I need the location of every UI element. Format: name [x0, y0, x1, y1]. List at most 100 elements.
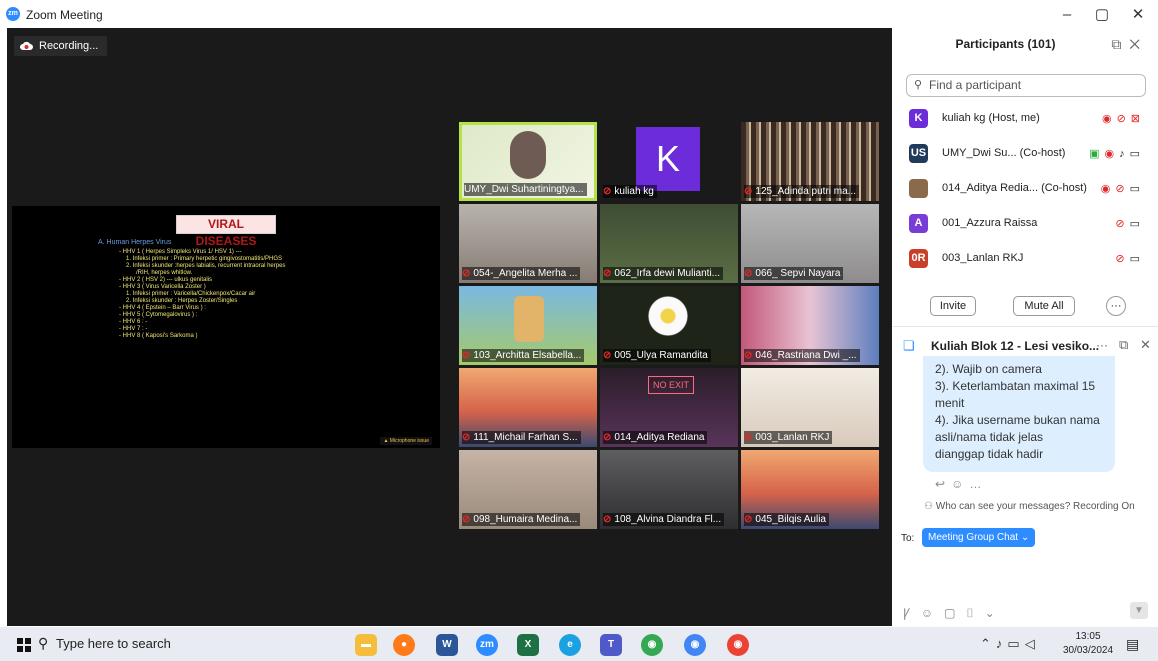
mic-muted-icon: ⊘ — [1115, 253, 1130, 265]
popout-chat-icon[interactable]: ⧉ — [1119, 337, 1128, 353]
recording-indicator[interactable]: Recording... — [14, 36, 108, 56]
mic-icon[interactable]: ♪ — [996, 636, 1008, 651]
slide-heading: A. Human Herpes Virus — [98, 239, 172, 246]
notification-icon[interactable]: ▤ — [1126, 636, 1139, 653]
slide-line: - HHV 1 ( Herpes Simpleks Virus 1/ HSV 1… — [119, 249, 242, 255]
clock[interactable]: 13:05 30/03/2024 — [1062, 630, 1114, 658]
chat-more-button[interactable]: ··· — [1096, 338, 1108, 352]
recording-icon: ◉ — [1100, 183, 1116, 195]
video-tile[interactable]: ⊘ 046_Rastriana Dwi _... — [741, 286, 879, 365]
slide-line: - HHV 4 ( Epstein – Barr Virus ) : — [119, 305, 206, 311]
video-tile[interactable]: ⊘ 103_Architta Elsabella... — [459, 286, 597, 365]
video-tile[interactable]: ⊘ 062_Irfa dewi Mulianti... — [600, 204, 738, 283]
emoji-icon[interactable]: ☺ — [921, 606, 944, 620]
volume-icon[interactable]: ◁ — [1025, 636, 1040, 651]
video-tile[interactable]: ⊘ 108_Alvina Diandra Fl... — [600, 450, 738, 529]
tile-name: ⊘ 103_Architta Elsabella... — [462, 349, 585, 362]
tile-name: ⊘ 062_Irfa dewi Mulianti... — [603, 267, 724, 280]
edge-icon[interactable]: e — [559, 634, 581, 656]
zoom-logo-icon: zm — [6, 7, 20, 21]
close-chat-icon[interactable]: ✕ — [1140, 337, 1151, 353]
participant-row[interactable]: A 001_Azzura Raissa ⊘▭ — [909, 212, 1149, 236]
participant-status-icons: ⊘▭ — [1115, 217, 1145, 230]
mic-icon: ♪ — [1119, 148, 1130, 160]
panel-header-icons: ⧉✕ — [1111, 36, 1148, 53]
video-tile[interactable]: ⊘ 066_ Sepvi Nayara — [741, 204, 879, 283]
more-icon[interactable]: … — [969, 477, 987, 491]
message-line: 4). Jika username bukan nama — [935, 413, 1100, 427]
video-tile[interactable]: ⊘ 003_Lanlan RKJ — [741, 368, 879, 447]
chat-title: Kuliah Blok 12 - Lesi vesiko... — [931, 339, 1100, 353]
teams-icon[interactable]: T — [600, 634, 622, 656]
message-line: asli/nama tidak jelas — [935, 430, 1044, 444]
video-icon: ▭ — [1129, 183, 1145, 195]
system-tray: ⌃♪▭◁ — [980, 636, 1040, 652]
windows-start-icon[interactable] — [17, 638, 31, 652]
tile-name: ⊘ 111_Michail Farhan S... — [462, 431, 581, 444]
participant-name: 014_Aditya Redia... (Co-host) — [942, 182, 1087, 194]
video-tile[interactable]: ⊘ 098_Humaira Medina... — [459, 450, 597, 529]
video-tile[interactable]: ⊘ 125_Adinda putri ma... — [741, 122, 879, 201]
video-tile[interactable]: K ⊘ kuliah kg — [600, 122, 738, 201]
video-icon: ▭ — [1129, 148, 1145, 160]
chrome-profile-icon[interactable]: ◉ — [727, 634, 749, 656]
participant-row[interactable]: 0R 003_Lanlan RKJ ⊘▭ — [909, 247, 1149, 271]
network-icon[interactable]: ▭ — [1007, 636, 1024, 651]
chrome-icon[interactable]: ◉ — [641, 634, 663, 656]
microphone-issue-note: ▲ Microphone issue — [380, 437, 432, 445]
screenshot-icon[interactable]: ⌷ — [966, 606, 984, 620]
emoji-react-icon[interactable]: ☺ — [951, 477, 969, 491]
recipient-dropdown[interactable]: Meeting Group Chat ⌄ — [922, 528, 1036, 547]
minimize-button[interactable]: – — [1050, 4, 1084, 26]
video-tile[interactable]: ⊘ 045_Bilqis Aulia — [741, 450, 879, 529]
participant-search-input[interactable]: ⚲ Find a participant — [906, 74, 1146, 97]
file-explorer-icon[interactable]: ▬ — [355, 634, 377, 656]
maximize-button[interactable]: ▢ — [1085, 4, 1119, 26]
chevron-up-icon[interactable]: ⌃ — [980, 636, 996, 651]
neon-sign: NO EXIT — [648, 376, 694, 394]
search-icon: ⚲ — [914, 79, 923, 91]
word-icon[interactable]: W — [436, 634, 458, 656]
close-panel-icon[interactable]: ✕ — [1129, 36, 1148, 52]
mic-muted-icon: ⊘ — [1115, 218, 1130, 230]
video-icon: ▭ — [1129, 218, 1145, 230]
video-tile[interactable]: NO EXIT ⊘ 014_Aditya Rediana — [600, 368, 738, 447]
send-button[interactable]: ▼ — [1130, 602, 1148, 619]
tile-name: ⊘ kuliah kg — [603, 185, 657, 198]
chrome-profile-icon[interactable]: ◉ — [684, 634, 706, 656]
title-bar: zm Zoom Meeting – ▢ ✕ — [0, 0, 1158, 28]
participant-row[interactable]: US UMY_Dwi Su... (Co-host) ▣◉♪▭ — [909, 142, 1149, 166]
participant-status-icons: ◉⊘⊠ — [1102, 112, 1145, 125]
tile-name: ⊘ 003_Lanlan RKJ — [744, 431, 833, 444]
video-tile[interactable]: ⊘ 111_Michail Farhan S... — [459, 368, 597, 447]
slide-line: - HHV 5 ( Cytomegalovirus ) : — [119, 312, 198, 318]
chat-icon: ❏ — [903, 338, 915, 353]
excel-icon[interactable]: X — [517, 634, 539, 656]
participant-video — [510, 131, 546, 179]
reply-icon[interactable]: ↩ — [935, 477, 951, 491]
firefox-icon[interactable]: ● — [393, 634, 415, 656]
participant-row[interactable]: K kuliah kg (Host, me) ◉⊘⊠ — [909, 107, 1149, 131]
invite-button[interactable]: Invite — [930, 296, 976, 316]
popout-icon[interactable]: ⧉ — [1111, 36, 1129, 52]
taskbar-search[interactable]: Type here to search — [56, 636, 171, 651]
more-options-button[interactable]: ··· — [1106, 296, 1126, 316]
video-tile[interactable]: ⊘ 054-_Angelita Merha ... — [459, 204, 597, 283]
tile-name: UMY_Dwi Suhartiningtya... — [464, 183, 587, 196]
file-icon[interactable]: ▢ — [944, 606, 966, 620]
tile-name: ⊘ 125_Adinda putri ma... — [744, 185, 860, 198]
participant-row[interactable]: 014_Aditya Redia... (Co-host) ◉⊘▭ — [909, 177, 1149, 201]
video-tile[interactable]: UMY_Dwi Suhartiningtya... — [459, 122, 597, 201]
mute-all-button[interactable]: Mute All — [1013, 296, 1075, 316]
chat-message: 2). Wajib on camera 3). Keterlambatan ma… — [923, 356, 1115, 472]
participants-title: Participants (101) — [955, 37, 1056, 51]
close-button[interactable]: ✕ — [1121, 4, 1155, 26]
message-line: dianggap tidak hadir — [935, 447, 1044, 461]
slide-line: - HHV 6 : - — [119, 319, 148, 325]
chevron-down-icon[interactable]: ⌄ — [985, 606, 1006, 620]
mic-muted-icon: ⊘ — [462, 350, 471, 361]
format-icon[interactable]: Ꝩ — [903, 606, 921, 620]
mic-muted-icon: ⊘ — [603, 350, 612, 361]
zoom-icon[interactable]: zm — [476, 634, 498, 656]
video-tile[interactable]: ⊘ 005_Ulya Ramandita — [600, 286, 738, 365]
